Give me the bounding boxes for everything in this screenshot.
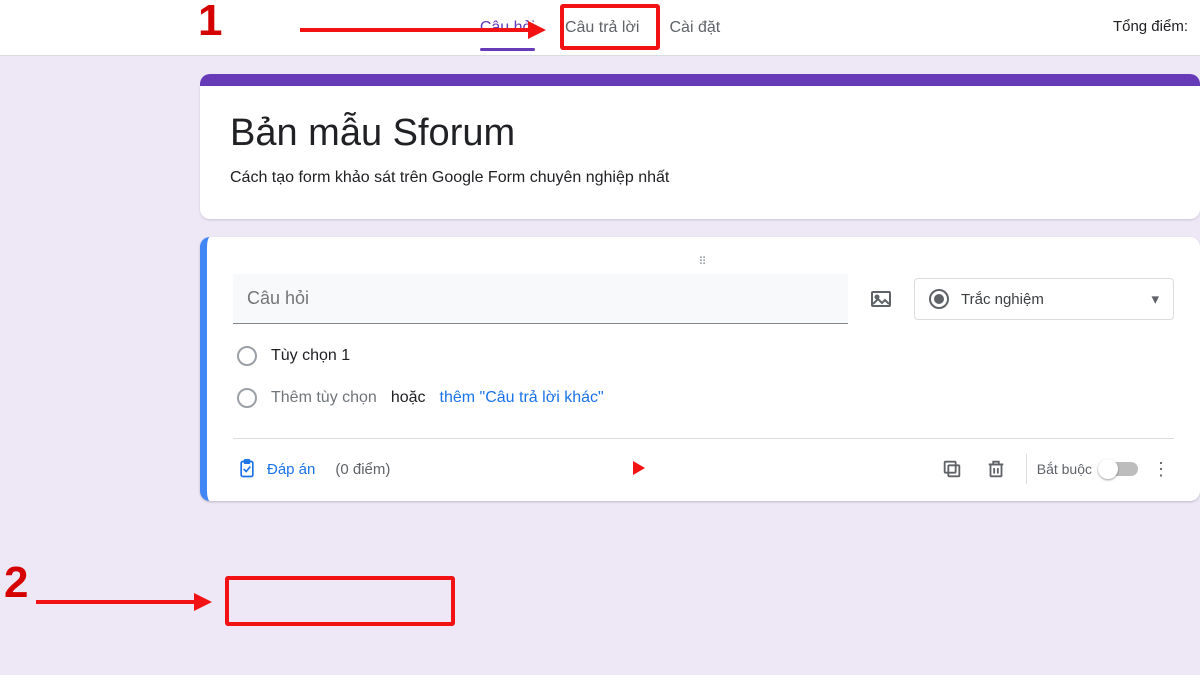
trash-icon[interactable] (984, 457, 1008, 481)
duplicate-icon[interactable] (940, 457, 964, 481)
form-accent-bar (200, 74, 1200, 86)
answer-points: (0 điểm) (335, 461, 390, 478)
annotation-arrow-2 (36, 600, 196, 604)
question-title-input[interactable] (233, 274, 848, 324)
annotation-arrow-icon (633, 461, 645, 475)
radio-outline-icon (237, 346, 257, 366)
add-option-label[interactable]: Thêm tùy chọn (271, 389, 377, 407)
annotation-number-2: 2 (4, 558, 28, 607)
radio-icon (929, 289, 949, 309)
annotation-box-2 (225, 576, 455, 626)
form-title[interactable]: Bản mẫu Sforum (230, 112, 1170, 155)
more-icon[interactable]: ⋮ (1148, 459, 1174, 480)
form-description[interactable]: Cách tạo form khảo sát trên Google Form … (230, 169, 1170, 187)
annotation-box-1 (560, 4, 660, 50)
required-toggle[interactable] (1100, 462, 1138, 476)
question-type-label: Trắc nghiệm (961, 291, 1044, 308)
image-icon[interactable] (868, 286, 894, 312)
annotation-arrow-1 (300, 28, 530, 32)
answer-key-label: Đáp án (267, 461, 315, 478)
option-label[interactable]: Tùy chọn 1 (271, 347, 350, 365)
clipboard-check-icon (237, 459, 257, 479)
answer-key-button[interactable]: Đáp án (0 điểm) (233, 453, 394, 485)
chevron-down-icon: ▾ (1151, 290, 1159, 308)
arrow-head-icon (528, 21, 546, 39)
question-card[interactable]: ⠿ Trắc nghiệm ▾ Tùy chọn 1 (200, 237, 1200, 501)
option-row[interactable]: Tùy chọn 1 (237, 346, 1174, 366)
form-header-card: Bản mẫu Sforum Cách tạo form khảo sát tr… (200, 86, 1200, 219)
or-label: hoặc (391, 389, 426, 407)
add-option-row[interactable]: Thêm tùy chọn hoặc thêm "Câu trả lời khá… (237, 388, 1174, 408)
divider (1026, 454, 1027, 484)
total-score-label: Tổng điểm: (1113, 18, 1188, 35)
radio-outline-icon (237, 388, 257, 408)
tab-settings[interactable]: Cài đặt (669, 0, 720, 55)
required-label: Bắt buộc (1037, 461, 1092, 477)
drag-handle-icon[interactable]: ⠿ (233, 255, 1174, 274)
question-footer: Đáp án (0 điểm) Bắt buộc ⋮ (233, 438, 1174, 501)
add-other-link[interactable]: thêm "Câu trả lời khác" (440, 389, 604, 407)
arrow-head-icon (194, 593, 212, 611)
question-type-select[interactable]: Trắc nghiệm ▾ (914, 278, 1174, 320)
